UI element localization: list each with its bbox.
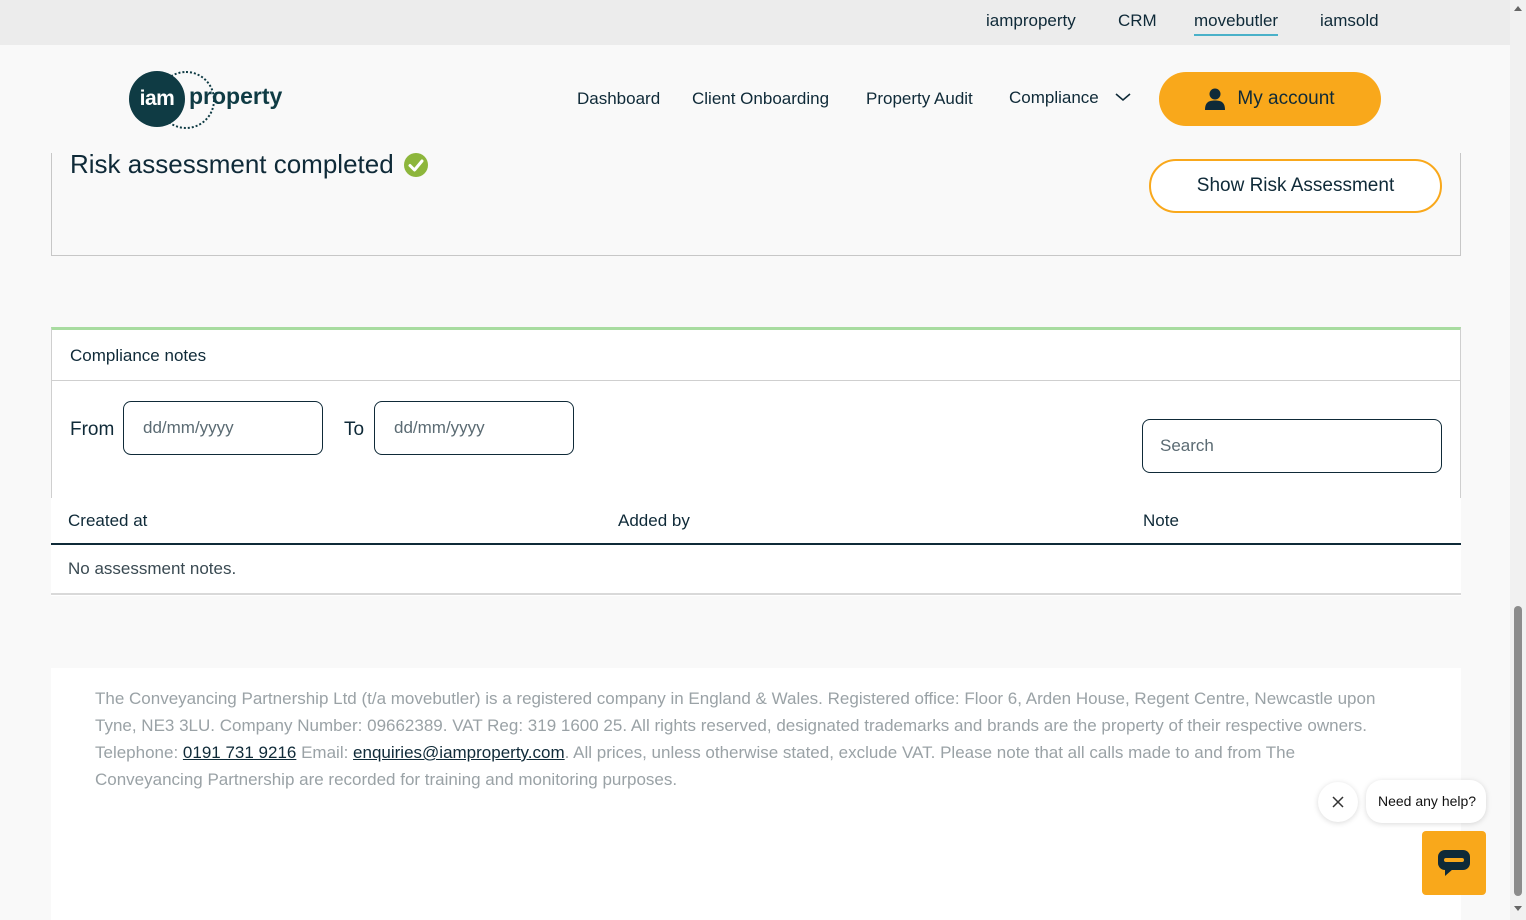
topbar-link-iamproperty[interactable]: iamproperty <box>986 11 1076 34</box>
page-footer: The Conveyancing Partnership Ltd (t/a mo… <box>51 668 1461 920</box>
topbar-link-iamsold[interactable]: iamsold <box>1320 11 1379 34</box>
chat-prompt-bubble[interactable]: Need any help? <box>1366 780 1486 823</box>
brand-switcher-bar: iamproperty CRM movebutler iamsold <box>0 0 1510 45</box>
from-label: From <box>70 419 115 440</box>
from-date-input[interactable] <box>123 401 323 455</box>
empty-notes-message: No assessment notes. <box>68 559 237 578</box>
to-date-input[interactable] <box>374 401 574 455</box>
main-header: iam property Dashboard Client Onboarding… <box>0 45 1510 153</box>
topbar-link-crm[interactable]: CRM <box>1118 11 1157 34</box>
risk-assessment-heading: Risk assessment completed <box>70 149 428 180</box>
nav-property-audit[interactable]: Property Audit <box>866 89 973 109</box>
page-scrollbar[interactable] <box>1510 0 1526 920</box>
nav-client-onboarding[interactable]: Client Onboarding <box>692 89 829 109</box>
topbar-link-movebutler[interactable]: movebutler <box>1194 11 1279 36</box>
risk-assessment-title: Risk assessment completed <box>70 149 394 179</box>
footer-phone-link[interactable]: 0191 731 9216 <box>183 743 296 762</box>
scroll-up-arrow-icon[interactable] <box>1514 6 1522 11</box>
close-icon <box>1332 796 1344 808</box>
notes-search-input[interactable] <box>1142 419 1442 473</box>
chevron-down-icon[interactable] <box>1114 91 1132 103</box>
footer-text-part-2: Email: <box>296 743 354 762</box>
risk-assessment-panel: Risk assessment completed Show Risk Asse… <box>51 149 1461 256</box>
chat-launcher-button[interactable] <box>1422 831 1486 895</box>
compliance-notes-title: Compliance notes <box>52 330 1460 381</box>
compliance-notes-card: Compliance notes From To <box>51 327 1461 499</box>
table-header: Created at Added by Note <box>51 498 1461 545</box>
table-row: No assessment notes. <box>51 545 1461 595</box>
scroll-down-arrow-icon[interactable] <box>1514 906 1522 911</box>
chat-dismiss-button[interactable] <box>1318 782 1358 822</box>
column-added-by[interactable]: Added by <box>618 511 690 531</box>
compliance-notes-table: Created at Added by Note No assessment n… <box>51 498 1461 596</box>
scrollbar-thumb[interactable] <box>1514 606 1522 896</box>
my-account-label: My account <box>1237 88 1335 109</box>
nav-compliance[interactable]: Compliance <box>1009 88 1099 108</box>
iamproperty-logo[interactable]: iam property <box>129 71 299 129</box>
column-created-at[interactable]: Created at <box>68 511 147 531</box>
nav-dashboard[interactable]: Dashboard <box>577 89 660 109</box>
logo-iam-badge: iam <box>129 71 185 127</box>
check-circle-icon <box>403 152 428 177</box>
logo-iam-text: iam <box>139 87 175 110</box>
logo-property-text: property <box>189 83 283 109</box>
my-account-button[interactable]: My account <box>1159 72 1381 126</box>
chat-icon <box>1438 850 1470 876</box>
column-note[interactable]: Note <box>1143 511 1179 531</box>
show-risk-assessment-button[interactable]: Show Risk Assessment <box>1149 159 1442 213</box>
to-label: To <box>344 419 365 440</box>
footer-legal-text: The Conveyancing Partnership Ltd (t/a mo… <box>95 685 1405 793</box>
footer-email-link[interactable]: enquiries@iamproperty.com <box>353 743 565 762</box>
user-icon <box>1205 88 1226 110</box>
